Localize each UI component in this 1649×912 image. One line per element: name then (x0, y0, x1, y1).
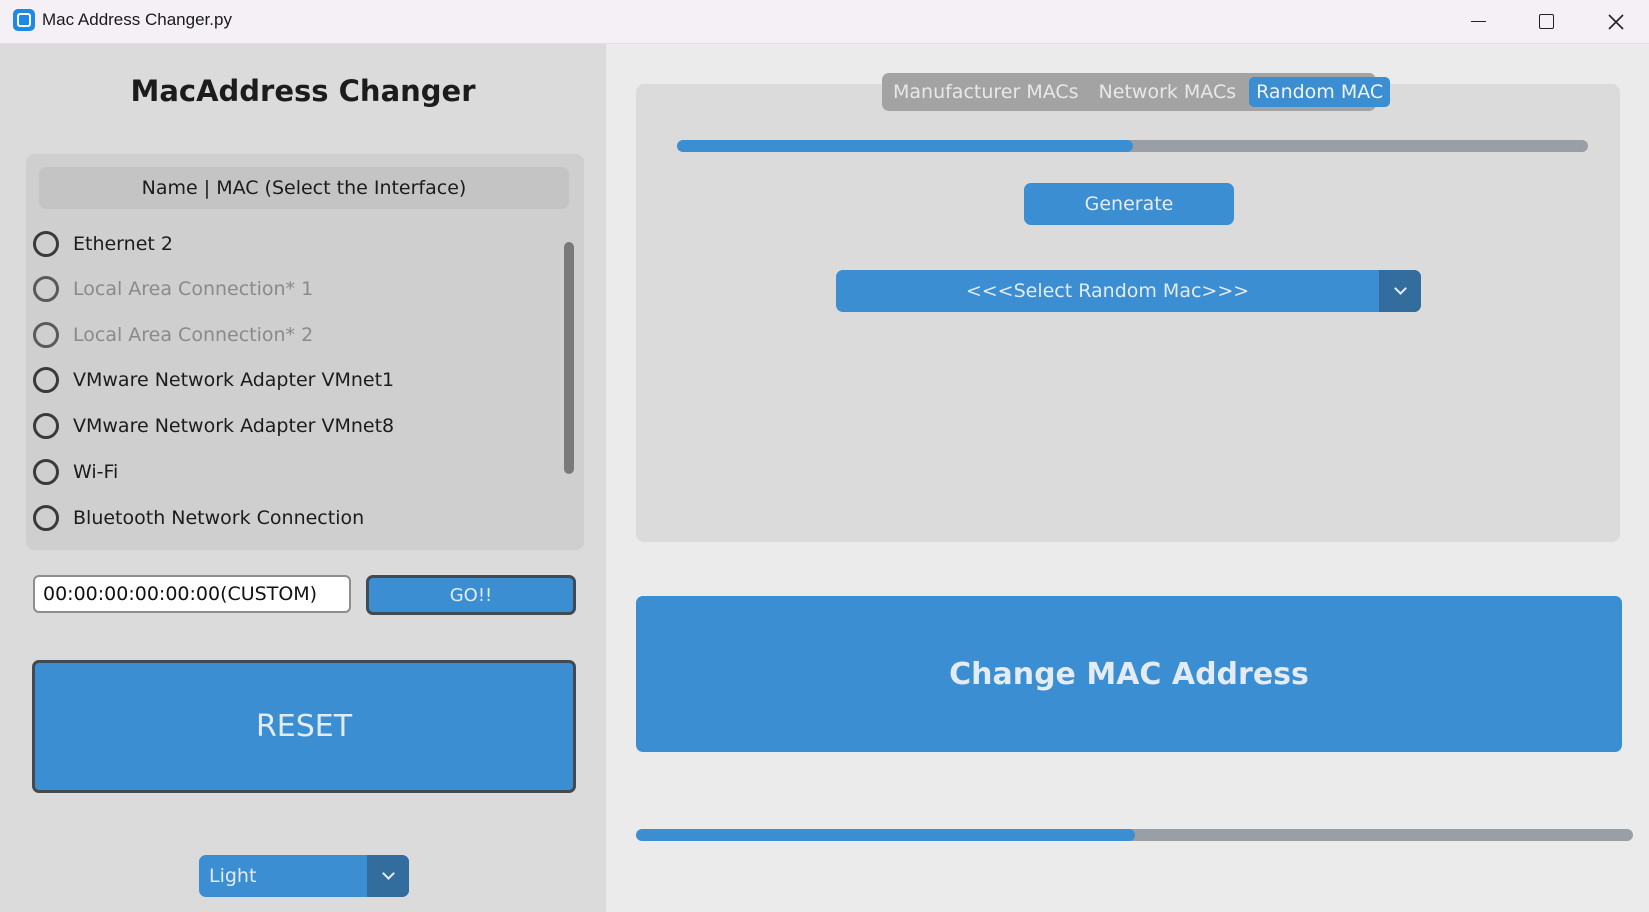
app-heading: MacAddress Changer (130, 74, 476, 108)
interface-list-frame: Name | MAC (Select the Interface) Ethern… (26, 154, 584, 550)
interface-label: Local Area Connection* 2 (73, 324, 314, 346)
random-mac-dropdown-button[interactable] (1379, 270, 1421, 312)
tabview-frame (636, 84, 1620, 542)
tab-random-mac[interactable]: Random MAC (1249, 77, 1391, 107)
theme-select-value: Light (209, 865, 257, 887)
window-title: Mac Address Changer.py (42, 10, 232, 29)
tab-manufacturer-macs[interactable]: Manufacturer MACs (886, 77, 1086, 107)
minimize-icon (1470, 21, 1486, 22)
go-button[interactable]: GO!! (366, 575, 576, 615)
custom-mac-input[interactable] (33, 575, 351, 613)
reset-button[interactable]: RESET (32, 660, 576, 793)
interface-radio-local-area-connection-1[interactable]: Local Area Connection* 1 (33, 269, 313, 309)
interface-list-header: Name | MAC (Select the Interface) (39, 167, 569, 209)
interface-label: Bluetooth Network Connection (73, 507, 365, 529)
generate-button[interactable]: Generate (1024, 183, 1234, 225)
radio-button-icon[interactable] (33, 322, 59, 348)
close-icon (1608, 13, 1624, 30)
random-mac-select-value: <<<Select Random Mac>>> (965, 280, 1250, 302)
interface-radio-bluetooth[interactable]: Bluetooth Network Connection (33, 498, 364, 538)
interface-label: VMware Network Adapter VMnet1 (73, 369, 395, 391)
maximize-icon (1538, 14, 1554, 29)
top-progress-bar (677, 140, 1588, 152)
interface-radio-wifi[interactable]: Wi-Fi (33, 452, 118, 492)
interface-list[interactable]: Ethernet 2 Local Area Connection* 1 Loca… (26, 214, 566, 550)
radio-button-icon[interactable] (33, 276, 59, 302)
title-bar: Mac Address Changer.py (0, 0, 1649, 44)
radio-button-icon[interactable] (33, 413, 59, 439)
interface-label: Local Area Connection* 1 (73, 278, 314, 300)
chevron-down-icon (381, 867, 395, 880)
interface-radio-vmnet1[interactable]: VMware Network Adapter VMnet1 (33, 360, 394, 400)
interface-radio-local-area-connection-2[interactable]: Local Area Connection* 2 (33, 315, 313, 355)
radio-button-icon[interactable] (33, 367, 59, 393)
interface-list-scrollbar[interactable] (564, 242, 574, 474)
chevron-down-icon (1393, 282, 1407, 295)
tab-network-macs[interactable]: Network MACs (1092, 77, 1244, 107)
change-mac-address-button[interactable]: Change MAC Address (636, 596, 1622, 752)
random-mac-select[interactable]: <<<Select Random Mac>>> (836, 270, 1421, 312)
close-button[interactable] (1581, 0, 1649, 43)
top-progress-fill (677, 140, 1133, 152)
app-icon (13, 9, 35, 31)
interface-label: Wi-Fi (73, 461, 119, 483)
interface-radio-ethernet-2[interactable]: Ethernet 2 (33, 224, 173, 264)
theme-dropdown-button[interactable] (367, 855, 409, 897)
minimize-button[interactable] (1443, 0, 1513, 43)
radio-button-icon[interactable] (33, 459, 59, 485)
bottom-progress-bar (636, 829, 1633, 841)
bottom-progress-fill (636, 829, 1135, 841)
left-panel: MacAddress Changer Name | MAC (Select th… (0, 44, 606, 912)
interface-radio-vmnet8[interactable]: VMware Network Adapter VMnet8 (33, 406, 394, 446)
tab-bar: Manufacturer MACs Network MACs Random MA… (882, 73, 1391, 111)
interface-label: VMware Network Adapter VMnet8 (73, 415, 395, 437)
maximize-button[interactable] (1511, 0, 1581, 43)
radio-button-icon[interactable] (33, 505, 59, 531)
interface-label: Ethernet 2 (73, 233, 173, 255)
theme-select[interactable]: Light (199, 855, 409, 897)
radio-button-icon[interactable] (33, 231, 59, 257)
